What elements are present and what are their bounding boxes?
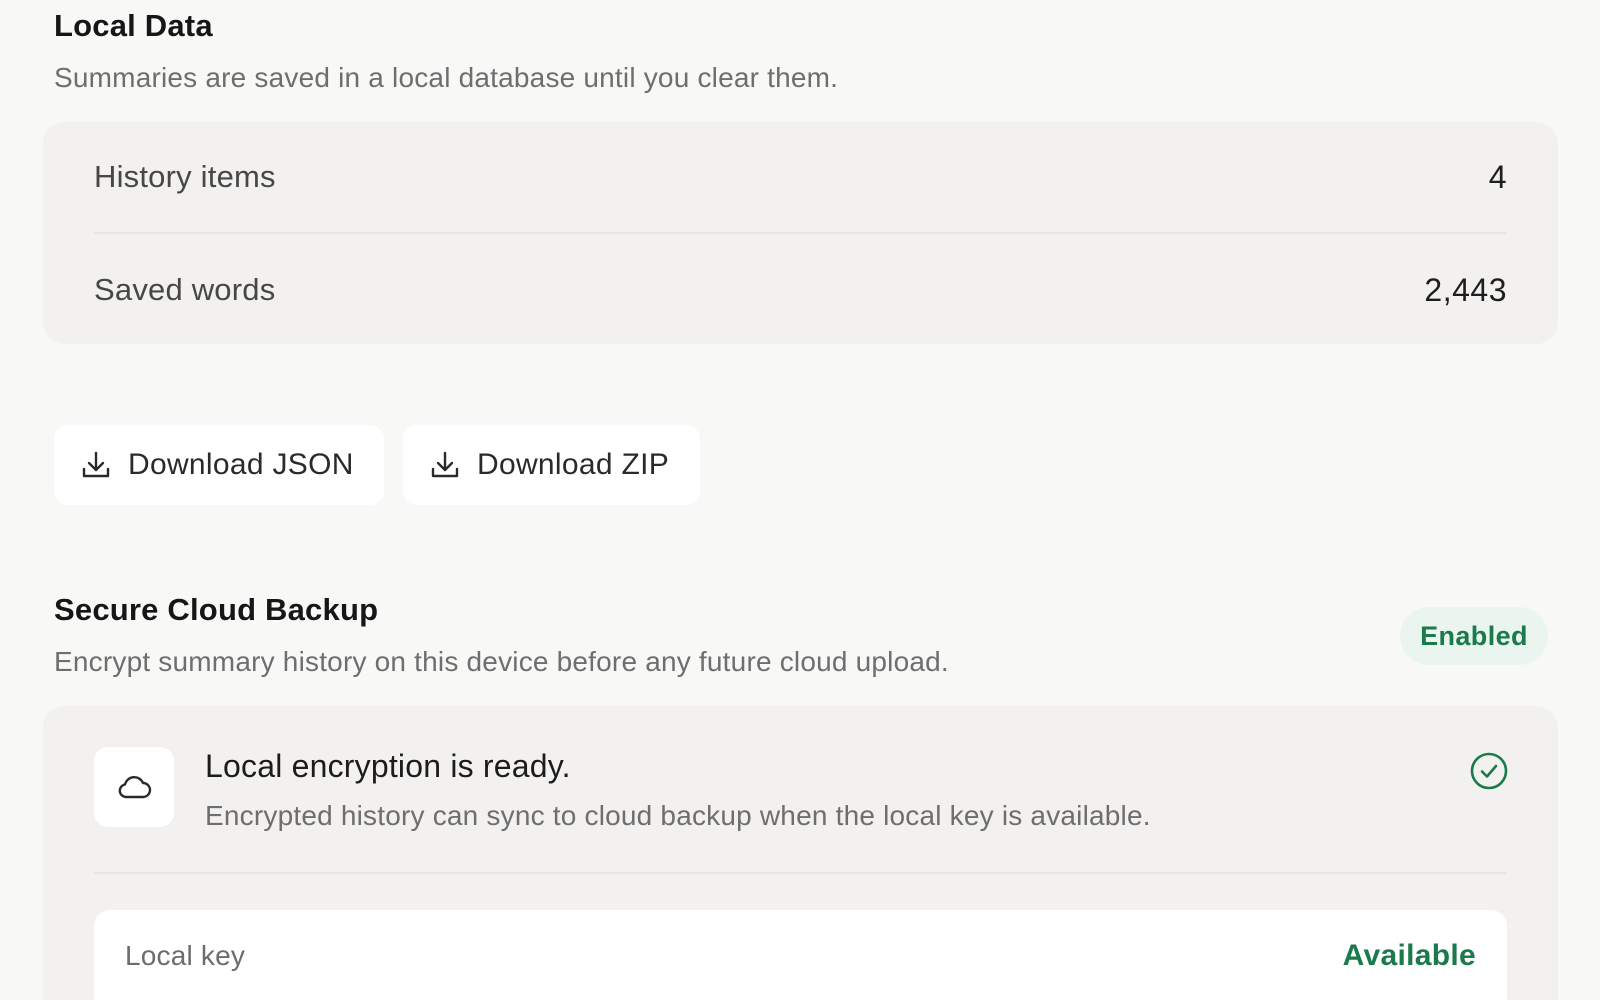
local-data-stats-card: History items 4 Saved words 2,443 (43, 122, 1558, 344)
enabled-status-badge: Enabled (1400, 607, 1548, 665)
local-data-description: Summaries are saved in a local database … (54, 62, 839, 93)
cloud-backup-description: Encrypt summary history on this device b… (54, 646, 949, 677)
check-circle-icon (1469, 751, 1509, 791)
settings-page: Local Data Summaries are saved in a loca… (0, 0, 1600, 1000)
download-zip-label: Download ZIP (477, 448, 670, 481)
cloud-icon (94, 747, 174, 827)
download-icon (429, 449, 461, 481)
download-icon (80, 449, 112, 481)
stat-label: History items (94, 159, 276, 194)
local-key-label: Local key (125, 940, 246, 971)
local-key-row: Local key Available (94, 910, 1507, 1000)
download-json-label: Download JSON (128, 448, 354, 481)
stat-value: 2,443 (1424, 271, 1507, 308)
stat-row-history-items: History items 4 (94, 122, 1507, 234)
encryption-status-description: Encrypted history can sync to cloud back… (205, 800, 1151, 831)
stat-row-saved-words: Saved words 2,443 (94, 234, 1507, 346)
download-json-button[interactable]: Download JSON (54, 425, 384, 505)
download-zip-button[interactable]: Download ZIP (403, 425, 700, 505)
local-key-status: Available (1342, 939, 1476, 972)
divider (94, 872, 1507, 874)
cloud-backup-title: Secure Cloud Backup (54, 592, 379, 627)
cloud-backup-card: Local encryption is ready. Encrypted his… (43, 706, 1558, 1000)
stat-label: Saved words (94, 272, 276, 307)
encryption-status-title: Local encryption is ready. (205, 748, 571, 784)
stat-value: 4 (1488, 158, 1507, 195)
local-data-title: Local Data (54, 8, 213, 43)
